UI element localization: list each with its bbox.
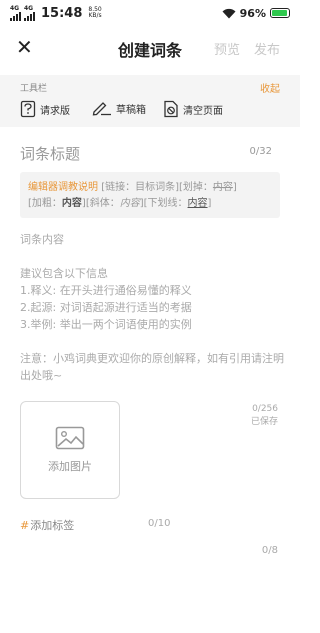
clear-page-button[interactable]: 清空页面 <box>163 100 223 118</box>
publish-button[interactable]: 发布 <box>254 39 280 58</box>
guide-strike-suffix: ] <box>232 182 237 193</box>
suggest-item-3: 3.举例: 举出一两个词语使用的实例 <box>20 318 192 331</box>
secondary-count: 0/8 <box>261 545 278 556</box>
signal-1: 4G <box>10 5 21 21</box>
add-image-button[interactable]: 添加图片 <box>20 401 120 499</box>
guide-link-syntax: [链接：目标词条] <box>101 182 179 193</box>
nav-bar: ✕ 创建词条 预览 发布 <box>0 26 300 70</box>
guide-heading[interactable]: 编辑器调教说明 <box>28 182 98 193</box>
content-note: 注意：小鸡词典更欢迎你的原创解释，如有引用请注明出处哦~ <box>20 352 284 382</box>
guide-bold-example: 内容 <box>61 198 82 209</box>
clock: 15:48 <box>41 5 83 21</box>
guide-underline-example: 内容 <box>187 198 208 209</box>
preview-button[interactable]: 预览 <box>214 39 240 58</box>
guide-italic-prefix: [斜体： <box>85 198 120 209</box>
battery-fill <box>272 10 288 16</box>
battery-icon <box>270 8 290 18</box>
guide-underline-prefix: [下划线： <box>143 198 188 209</box>
content-suggestions: 建议包含以下信息 1.释义: 在开头进行通俗易懂的释义 2.起源: 对词语起源进… <box>20 265 284 333</box>
collapse-button[interactable]: 收起 <box>260 80 280 95</box>
add-tag-label: 添加标签 <box>30 519 75 532</box>
content-placeholder-heading: 词条内容 <box>20 233 64 246</box>
suggest-item-1: 1.释义: 在开头进行通俗易懂的释义 <box>20 284 192 297</box>
add-image-label: 添加图片 <box>48 460 92 473</box>
content-status: 0/256 已保存 <box>251 403 278 429</box>
editor-guide-box: 编辑器调教说明 [链接：目标词条][划掉：内容] [加粗：内容][斜体：内容][… <box>20 172 280 218</box>
clear-page-icon <box>164 100 178 118</box>
guide-italic-example: 内容 <box>119 198 140 209</box>
image-placeholder-icon <box>55 426 85 450</box>
net-speed-unit: KB/s <box>88 12 102 19</box>
suggest-item-2: 2.起源: 对词语起源进行适当的考据 <box>20 301 192 314</box>
guide-bold-prefix: [加粗： <box>28 198 62 209</box>
drafts-button[interactable]: 草稿箱 <box>92 100 146 116</box>
request-doc-icon <box>20 100 36 118</box>
status-bar: 4G 4G 15:48 8.50 KB/s 96% <box>0 0 300 26</box>
tag-count: 0/10 <box>148 518 171 529</box>
status-right: 96% <box>222 7 290 20</box>
toolbar-label: 工具栏 <box>20 84 48 94</box>
saved-status: 已保存 <box>250 417 278 427</box>
guide-strike-example: 内容 <box>212 182 233 193</box>
request-version-label: 请求版 <box>40 105 70 117</box>
pen-draft-icon <box>92 102 111 116</box>
request-version-button[interactable]: 请求版 <box>20 100 70 118</box>
hash-icon: # <box>20 519 30 532</box>
suggest-intro: 建议包含以下信息 <box>20 267 108 280</box>
drafts-label: 草稿箱 <box>116 104 146 116</box>
toolbar-panel: 工具栏 收起 请求版 草稿箱 清空页面 <box>0 75 300 127</box>
signal-bars-icon <box>10 11 21 21</box>
battery-percent: 96% <box>239 6 266 20</box>
guide-underline-suffix: ] <box>207 198 212 209</box>
net-speed: 8.50 KB/s <box>88 7 101 19</box>
signal-2: 4G <box>24 5 35 21</box>
guide-strike-prefix: [划掉： <box>179 182 213 193</box>
add-tag-button[interactable]: #添加标签 <box>20 517 74 533</box>
entry-content-input[interactable]: 词条内容 建议包含以下信息 1.释义: 在开头进行通俗易懂的释义 2.起源: 对… <box>20 231 284 401</box>
clear-page-label: 清空页面 <box>183 105 223 117</box>
title-char-count: 0/32 <box>249 146 272 157</box>
status-left: 4G 4G 15:48 8.50 KB/s <box>10 5 102 21</box>
wifi-icon <box>222 8 236 18</box>
entry-title-input[interactable]: 词条标题 <box>20 143 80 164</box>
signal-bars-2-icon <box>24 11 35 21</box>
content-char-count: 0/256 <box>252 404 278 414</box>
